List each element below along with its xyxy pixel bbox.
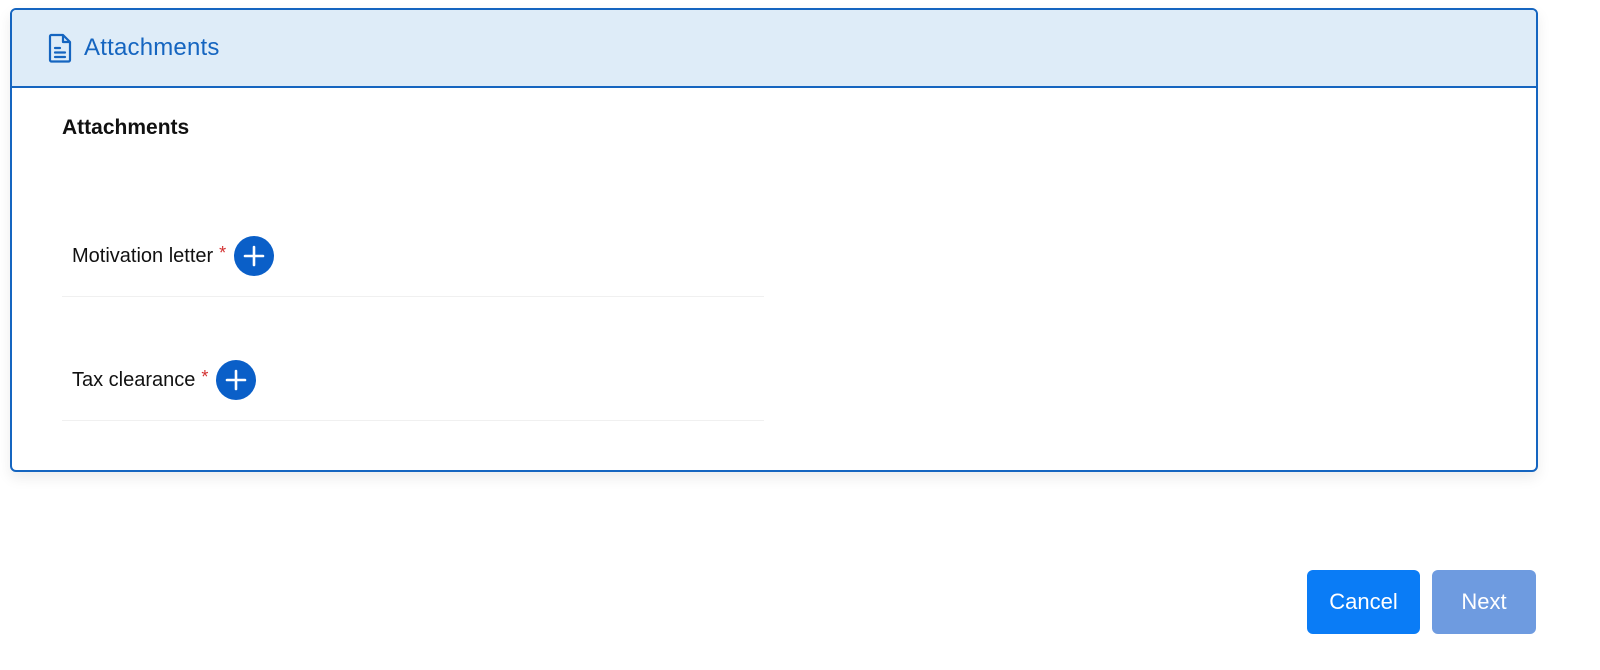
plus-circle-icon [243, 245, 265, 267]
required-marker: * [219, 242, 227, 263]
add-motivation-letter-button[interactable] [234, 236, 275, 276]
field-label: Tax clearance [72, 368, 196, 391]
attachments-panel: Attachments Attachments Motivation lette… [10, 8, 1538, 472]
required-marker: * [201, 366, 209, 387]
next-button[interactable]: Next [1432, 570, 1536, 634]
cancel-button[interactable]: Cancel [1307, 570, 1420, 634]
panel-title: Attachments [84, 34, 220, 61]
attachment-row-motivation-letter: Motivation letter * [62, 216, 764, 297]
section-title: Attachments [62, 116, 190, 139]
field-label: Motivation letter [72, 244, 214, 267]
document-icon [48, 33, 72, 63]
attachment-row-tax-clearance: Tax clearance * [62, 340, 764, 421]
plus-circle-icon [226, 369, 247, 391]
add-tax-clearance-button[interactable] [216, 360, 257, 400]
panel-header: Attachments [12, 10, 1536, 88]
